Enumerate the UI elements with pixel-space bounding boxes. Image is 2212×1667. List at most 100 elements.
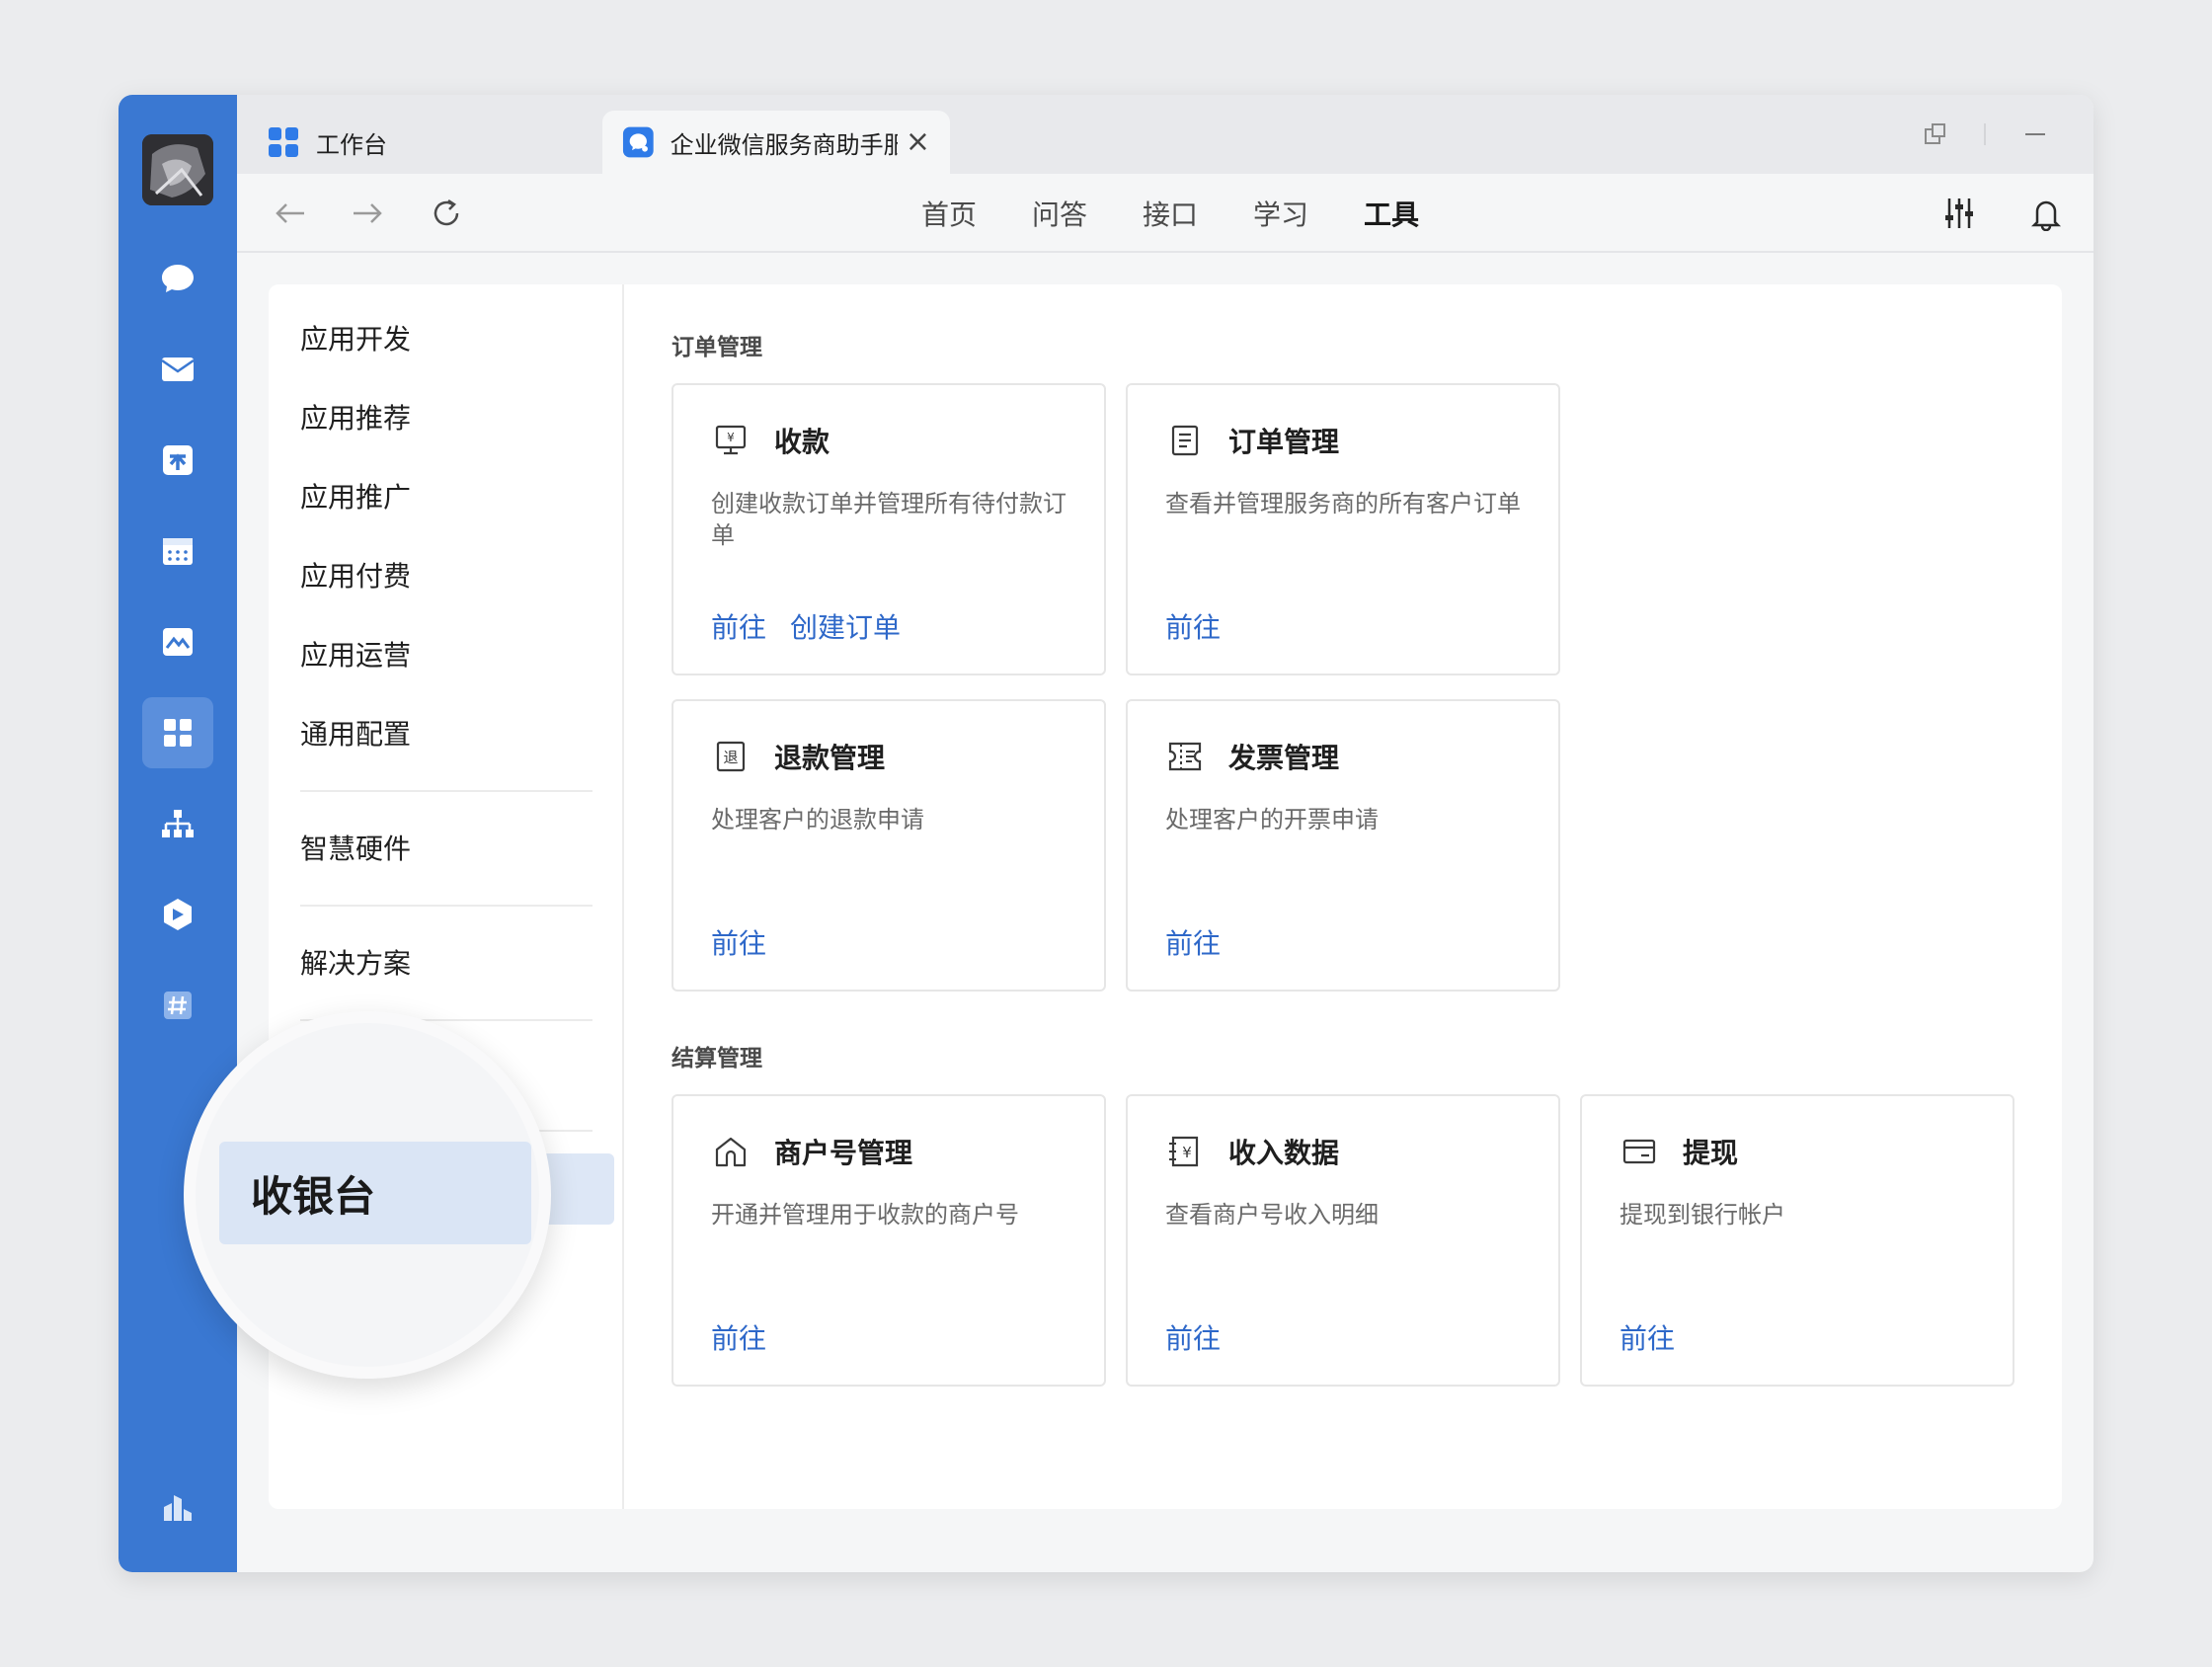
goto-link[interactable]: 前往 [711, 1317, 766, 1357]
minimize-button[interactable] [2001, 95, 2070, 174]
left-rail [118, 95, 237, 1572]
sidebar-item-app-recommend[interactable]: 应用推荐 [300, 397, 411, 437]
card-collect-payment: ¥ 收款 创建收款订单并管理所有待付款订单 前往 创建订单 [672, 383, 1106, 675]
svg-text:¥: ¥ [727, 431, 735, 444]
document-icon [1171, 425, 1199, 456]
rail-calendar-button[interactable] [142, 516, 213, 587]
settings-sliders-button[interactable] [1937, 192, 1981, 235]
nav-learn[interactable]: 学习 [1253, 194, 1308, 233]
sidebar-item-app-operation[interactable]: 应用运营 [300, 634, 411, 674]
rail-channel-button[interactable] [142, 970, 213, 1041]
sidebar-item-cashier[interactable]: 收银台 [219, 1142, 531, 1244]
sidebar-item-general-config[interactable]: 通用配置 [300, 713, 411, 753]
notifications-button[interactable] [2024, 192, 2068, 235]
minimize-icon [2025, 133, 2045, 135]
card-description: 查看商户号收入明细 [1165, 1201, 1379, 1229]
card-invoice-management: 发票管理 处理客户的开票申请 前往 [1126, 699, 1560, 992]
grid-apps-icon [269, 127, 298, 157]
goto-link[interactable]: 前往 [1165, 922, 1221, 962]
card-title: 收款 [774, 426, 830, 458]
rail-chat-button[interactable] [142, 243, 213, 314]
card-refund-management: 退 退款管理 处理客户的退款申请 前往 [672, 699, 1106, 992]
nav-tools[interactable]: 工具 [1364, 194, 1419, 233]
content-panel: 应用开发 应用推荐 应用推广 应用付费 应用运营 通用配置 智慧硬件 解决方案 … [269, 284, 2062, 1509]
card-description: 处理客户的退款申请 [711, 806, 924, 834]
titlebar-separator [1975, 95, 1995, 174]
chat-bubble-icon [162, 265, 194, 292]
nav-api[interactable]: 接口 [1143, 194, 1198, 233]
rail-docs-button[interactable] [142, 425, 213, 496]
rail-mail-button[interactable] [142, 334, 213, 405]
sidebar-item-app-payment[interactable]: 应用付费 [300, 555, 411, 595]
card-description: 处理客户的开票申请 [1165, 806, 1379, 834]
sidebar-item-cashier-selected[interactable] [545, 1153, 614, 1225]
card-title: 订单管理 [1228, 426, 1340, 458]
card-description: 查看并管理服务商的所有客户订单 [1165, 490, 1521, 517]
hashtag-icon [164, 992, 192, 1019]
meeting-icon [163, 628, 193, 656]
card-withdraw: 提现 提现到银行帐户 前往 [1580, 1094, 2014, 1387]
tab-assistant[interactable]: 企业微信服务商助手服务 × [602, 111, 950, 174]
sidebar-item-app-promote[interactable]: 应用推广 [300, 476, 411, 516]
goto-link[interactable]: 前往 [711, 606, 766, 646]
maximize-button[interactable] [2072, 95, 2094, 174]
card-title: 退款管理 [774, 742, 886, 774]
forward-button[interactable] [348, 194, 387, 233]
avatar[interactable] [142, 134, 213, 205]
card-title: 商户号管理 [774, 1137, 913, 1169]
goto-link[interactable]: 前往 [1165, 606, 1221, 646]
tab-workbench[interactable]: 工作台 [247, 111, 583, 174]
sidebar-item-smart-hardware[interactable]: 智慧硬件 [300, 828, 411, 867]
goto-link[interactable]: 前往 [711, 922, 766, 962]
goto-link[interactable]: 前往 [1620, 1317, 1675, 1357]
card-description: 创建收款订单并管理所有待付款订单 [711, 490, 1066, 549]
card-description: 提现到银行帐户 [1620, 1201, 1785, 1229]
close-icon[interactable]: × [906, 127, 930, 157]
sidebar-item-app-dev[interactable]: 应用开发 [300, 318, 411, 357]
create-order-link[interactable]: 创建订单 [790, 606, 901, 646]
card-icon [1622, 1139, 1656, 1164]
cashier-icon: ¥ [715, 425, 747, 455]
income-icon: ¥ [1169, 1136, 1199, 1167]
bars-logo-icon [164, 1495, 192, 1521]
restore-window-button[interactable] [1901, 95, 1970, 174]
top-nav: 首页 问答 接口 学习 工具 [237, 174, 2094, 253]
arrow-left-icon [276, 203, 304, 223]
mail-icon [161, 357, 195, 381]
card-description: 开通并管理用于收款的商户号 [711, 1201, 1019, 1229]
toolbar: 首页 问答 接口 学习 工具 [237, 174, 2094, 253]
calendar-icon [163, 538, 193, 565]
rail-workbench-button[interactable] [142, 697, 213, 768]
card-title: 收入数据 [1228, 1137, 1340, 1169]
nav-home[interactable]: 首页 [921, 194, 977, 233]
magnifier-callout: 收银台 [184, 1011, 551, 1379]
rail-contacts-button[interactable] [142, 788, 213, 859]
svg-text:¥: ¥ [1182, 1144, 1192, 1161]
rail-meeting-button[interactable] [142, 606, 213, 677]
rail-drive-button[interactable] [142, 879, 213, 950]
assistant-chat-icon [622, 126, 654, 158]
svg-text:退: 退 [723, 749, 738, 766]
card-title: 提现 [1683, 1137, 1739, 1169]
refresh-icon [434, 198, 459, 226]
sidebar-divider [300, 905, 592, 907]
card-income-data: ¥ 收入数据 查看商户号收入明细 前往 [1126, 1094, 1560, 1387]
invoice-icon [1168, 742, 1202, 771]
refund-icon: 退 [716, 741, 746, 772]
tab-label: 企业微信服务商助手服务 [670, 130, 898, 159]
docs-icon [163, 445, 193, 475]
arrow-right-icon [354, 203, 382, 223]
bell-icon [2030, 200, 2062, 231]
rail-more-button[interactable] [142, 1471, 213, 1543]
org-chart-icon [162, 810, 194, 837]
section-title-orders: 订单管理 [672, 335, 762, 360]
sidebar-item-solutions[interactable]: 解决方案 [300, 942, 411, 982]
nav-qa[interactable]: 问答 [1032, 194, 1087, 233]
card-order-management: 订单管理 查看并管理服务商的所有客户订单 前往 [1126, 383, 1560, 675]
tab-strip: 工作台 企业微信服务商助手服务 × [237, 95, 2094, 174]
card-title: 发票管理 [1228, 742, 1340, 774]
goto-link[interactable]: 前往 [1165, 1317, 1221, 1357]
sliders-icon [1945, 198, 1973, 228]
refresh-button[interactable] [427, 194, 466, 233]
back-button[interactable] [271, 194, 310, 233]
